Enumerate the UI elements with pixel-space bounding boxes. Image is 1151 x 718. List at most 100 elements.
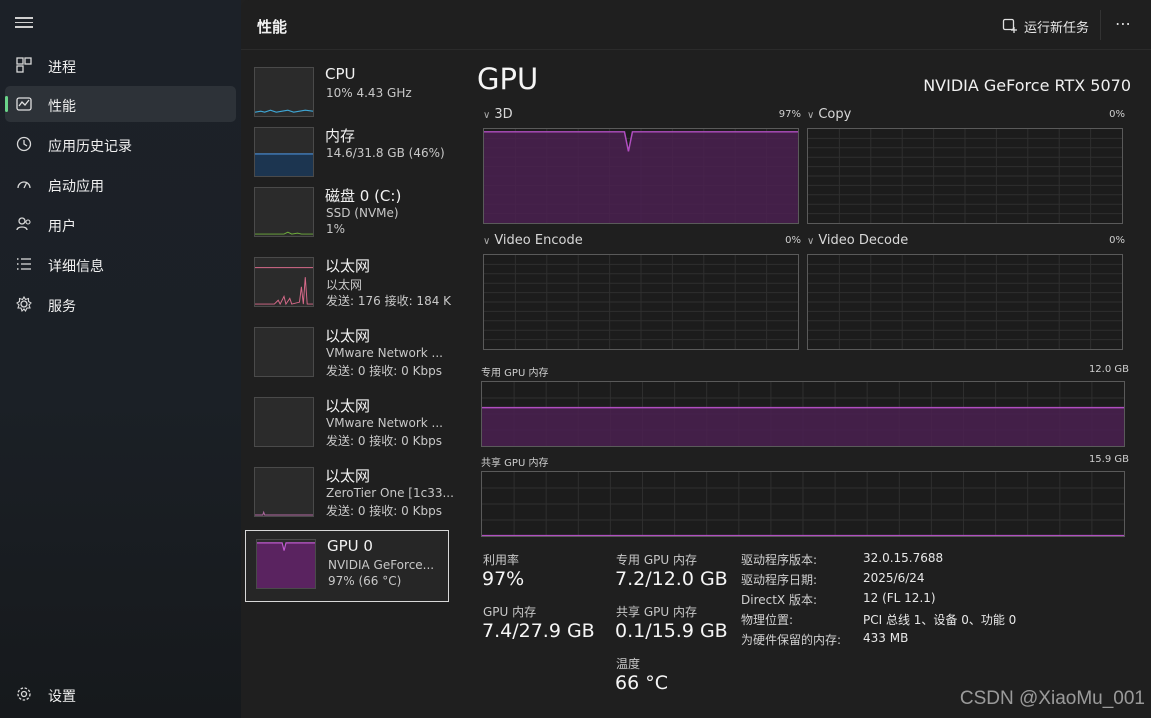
run-new-task-label: 运行新任务	[1024, 20, 1090, 36]
nav-item-label: 进程	[48, 60, 76, 76]
resource-name: 以太网	[325, 327, 371, 345]
resource-ethernet[interactable]: 以太网 以太网 发送: 176 接收: 184 Kl	[245, 250, 452, 322]
active-indicator	[5, 96, 8, 112]
gear-icon	[17, 687, 31, 701]
nav-item-users[interactable]: 用户	[5, 206, 236, 242]
dedicated-stat-label: 专用 GPU 内存	[616, 553, 697, 567]
info-key: 驱动程序版本:	[741, 553, 818, 567]
info-value: 32.0.15.7688	[863, 551, 944, 565]
info-value: PCI 总线 1、设备 0、功能 0	[863, 613, 1017, 627]
dedicated-memory-max: 12.0 GB	[1088, 364, 1129, 375]
engine-label: Video Encode	[494, 233, 583, 248]
resource-sub: 以太网	[326, 278, 363, 292]
utilization-value: 97%	[482, 568, 525, 590]
history-icon	[16, 136, 32, 152]
engine-label: Copy	[818, 107, 852, 122]
resource-sub: 1%	[326, 222, 346, 236]
resource-name: GPU 0	[327, 537, 373, 555]
resource-sub: 14.6/31.8 GB (46%)	[326, 146, 445, 160]
info-key: 物理位置:	[741, 613, 794, 627]
info-value: 12 (FL 12.1)	[863, 591, 936, 605]
shared-memory-max: 15.9 GB	[1088, 454, 1129, 465]
engine-percent: 97%	[778, 109, 801, 120]
nav-item-label: 用户	[48, 219, 76, 235]
resource-name: 以太网	[325, 397, 371, 415]
resource-sub: 发送: 0 接收: 0 Kbps	[326, 364, 442, 378]
detail-title: GPU	[477, 62, 539, 96]
nav-item-history[interactable]: 应用历史记录	[5, 126, 236, 162]
shared-memory-label: 共享 GPU 内存	[481, 458, 549, 469]
nav-item-label: 性能	[48, 99, 76, 115]
gpu-memory-value: 7.4/27.9 GB	[482, 620, 595, 642]
engine-selector-copy[interactable]: ∨ Copy	[807, 107, 851, 122]
shared-stat-value: 0.1/15.9 GB	[615, 620, 728, 642]
nav-item-performance[interactable]: 性能	[5, 86, 236, 122]
resource-sub: 发送: 0 接收: 0 Kbps	[326, 434, 442, 448]
chevron-down-icon: ∨	[807, 236, 815, 247]
nav-item-label: 详细信息	[48, 259, 104, 275]
toolbar-divider	[1100, 10, 1101, 40]
resource-vmware-1[interactable]: 以太网 VMware Network ... 发送: 0 接收: 0 Kbps	[245, 320, 449, 392]
info-value: 2025/6/24	[863, 571, 925, 585]
resource-zerotier[interactable]: 以太网 ZeroTier One [1c33... 发送: 0 接收: 0 Kb…	[245, 460, 454, 532]
resource-gpu0[interactable]: GPU 0 NVIDIA GeForce... 97% (66 °C)	[245, 530, 449, 602]
nav-item-label: 启动应用	[48, 179, 104, 195]
processes-icon	[16, 57, 32, 73]
shared-stat-label: 共享 GPU 内存	[616, 605, 697, 619]
nav-item-startup[interactable]: 启动应用	[5, 166, 236, 202]
graph-video-encode	[483, 254, 799, 350]
performance-icon	[16, 97, 32, 111]
resource-sub: 发送: 0 接收: 0 Kbps	[326, 504, 442, 518]
gpu-model-name: NVIDIA GeForce RTX 5070	[923, 76, 1131, 95]
page-title: 性能	[257, 18, 288, 36]
new-task-icon	[1002, 18, 1017, 33]
resource-vmware-2[interactable]: 以太网 VMware Network ... 发送: 0 接收: 0 Kbps	[245, 390, 449, 462]
graph-shared-memory	[481, 471, 1125, 537]
nav-item-services[interactable]: 服务	[5, 286, 236, 322]
hamburger-menu-icon[interactable]	[14, 14, 34, 34]
startup-icon	[17, 181, 31, 189]
engine-selector-video-encode[interactable]: ∨ Video Encode	[483, 233, 583, 248]
usage-fill	[482, 407, 1124, 446]
memory-thumbnail	[254, 127, 314, 177]
nav-item-details[interactable]: 详细信息	[5, 246, 236, 282]
info-key: 驱动程序日期:	[741, 573, 818, 587]
resource-name: CPU	[325, 65, 356, 83]
vmware-thumbnail	[254, 327, 314, 377]
info-key: DirectX 版本:	[741, 593, 818, 607]
dedicated-memory-label: 专用 GPU 内存	[481, 368, 549, 379]
gpu-memory-label: GPU 内存	[483, 605, 537, 619]
dedicated-stat-value: 7.2/12.0 GB	[615, 568, 728, 590]
resource-disk[interactable]: 磁盘 0 (C:) SSD (NVMe) 1%	[245, 180, 449, 252]
disk-thumbnail	[254, 187, 314, 237]
engine-selector-3d[interactable]: ∨ 3D	[483, 107, 513, 122]
engine-selector-video-decode[interactable]: ∨ Video Decode	[807, 233, 908, 248]
resource-sub: VMware Network ...	[326, 416, 443, 430]
engine-label: 3D	[494, 107, 513, 122]
resource-name: 以太网	[325, 467, 371, 485]
engine-percent: 0%	[1109, 235, 1125, 246]
users-icon	[16, 217, 31, 231]
resource-sub: VMware Network ...	[326, 346, 443, 360]
resource-name: 内存	[325, 127, 356, 145]
resource-sub: 发送: 176 接收: 184 Kl	[326, 294, 452, 308]
resource-sub: SSD (NVMe)	[326, 206, 399, 220]
zerotier-thumbnail	[254, 467, 314, 517]
settings-label: 设置	[48, 689, 76, 705]
details-icon	[17, 258, 31, 270]
info-value: 433 MB	[863, 631, 909, 645]
engine-percent: 0%	[1109, 109, 1125, 120]
usage-fill	[484, 131, 798, 223]
gpu-detail: GPU NVIDIA GeForce RTX 5070 ∨ 3D 97% ∨ Cop…	[477, 60, 1137, 710]
chevron-down-icon: ∨	[483, 236, 491, 247]
graph-3d	[483, 128, 799, 224]
run-new-task-button[interactable]: 运行新任务	[1002, 15, 1089, 37]
nav-item-processes[interactable]: 进程	[5, 47, 236, 83]
resource-name: 以太网	[325, 257, 371, 275]
nav-item-settings[interactable]: 设置	[5, 676, 236, 712]
watermark: CSDN @XiaoMu_001	[959, 688, 1145, 709]
services-icon	[16, 295, 32, 313]
nav-item-label: 服务	[48, 299, 76, 315]
more-options-icon[interactable]: ⋯	[1115, 14, 1135, 36]
nav-pane: 进程 性能 应用历史记录 启动应用 用户 详细信息 服务 设置	[0, 0, 241, 718]
